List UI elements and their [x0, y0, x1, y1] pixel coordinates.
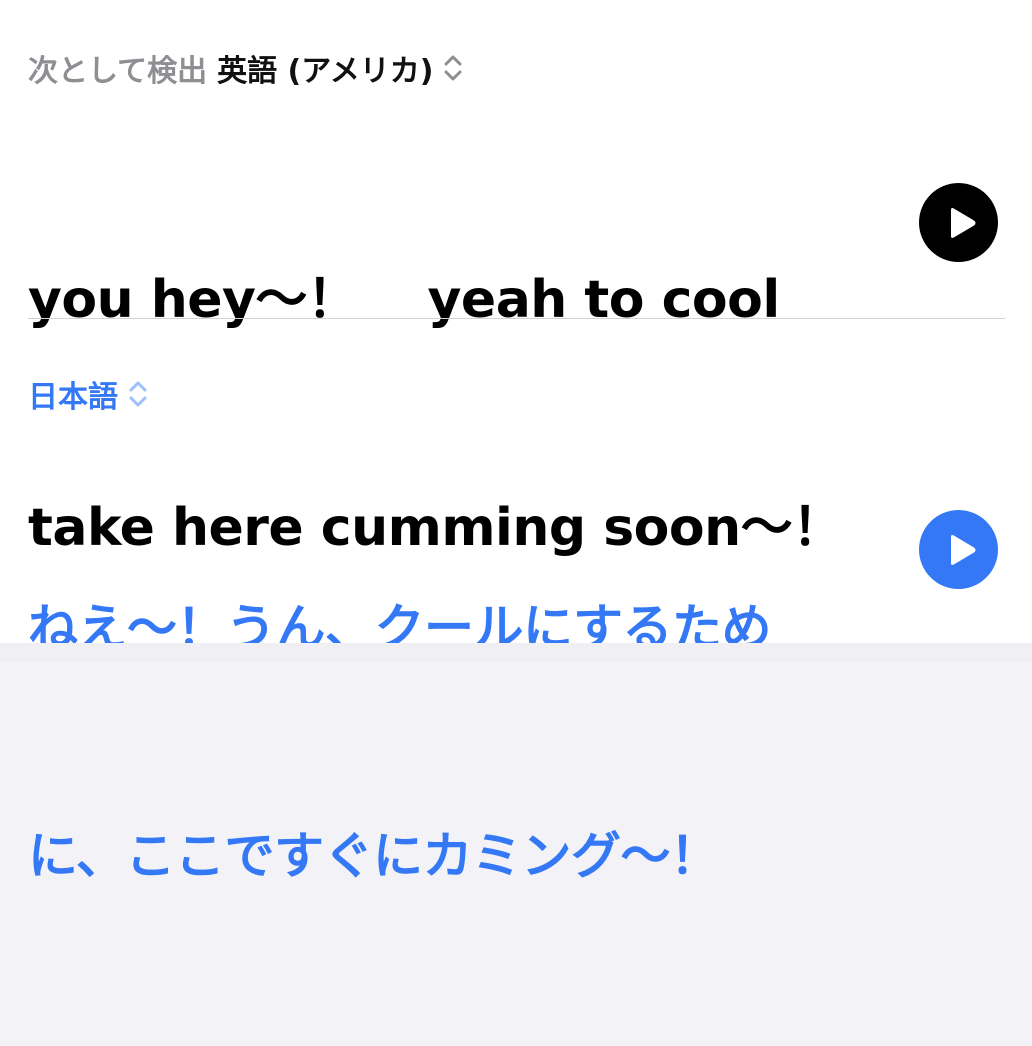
chevron-up-down-icon[interactable]: [128, 377, 148, 411]
source-language-name[interactable]: 英語 (アメリカ): [217, 46, 433, 90]
source-text-line: you hey～！ yeah to cool: [28, 270, 780, 330]
translated-text-line: に、ここですぐにカミング～！: [28, 827, 720, 885]
play-icon: [950, 534, 975, 565]
translated-text: ねえ～！うん、クールにするため に、ここですぐにカミング～！: [28, 438, 898, 1046]
target-language-name[interactable]: 日本語: [28, 372, 118, 416]
play-source-button[interactable]: [919, 183, 998, 262]
detected-as-label: 次として検出: [28, 54, 208, 89]
chevron-up-down-icon[interactable]: [443, 51, 463, 85]
target-language-selector[interactable]: 日本語: [28, 372, 148, 416]
source-language-selector[interactable]: 次として検出 英語 (アメリカ): [28, 46, 463, 90]
play-icon: [950, 207, 975, 238]
translation-card: 次として検出 英語 (アメリカ) you hey～！ yeah to cool …: [0, 0, 1032, 885]
bottom-background: [0, 643, 1032, 662]
play-translation-button[interactable]: [919, 510, 998, 589]
divider: [28, 318, 1005, 319]
